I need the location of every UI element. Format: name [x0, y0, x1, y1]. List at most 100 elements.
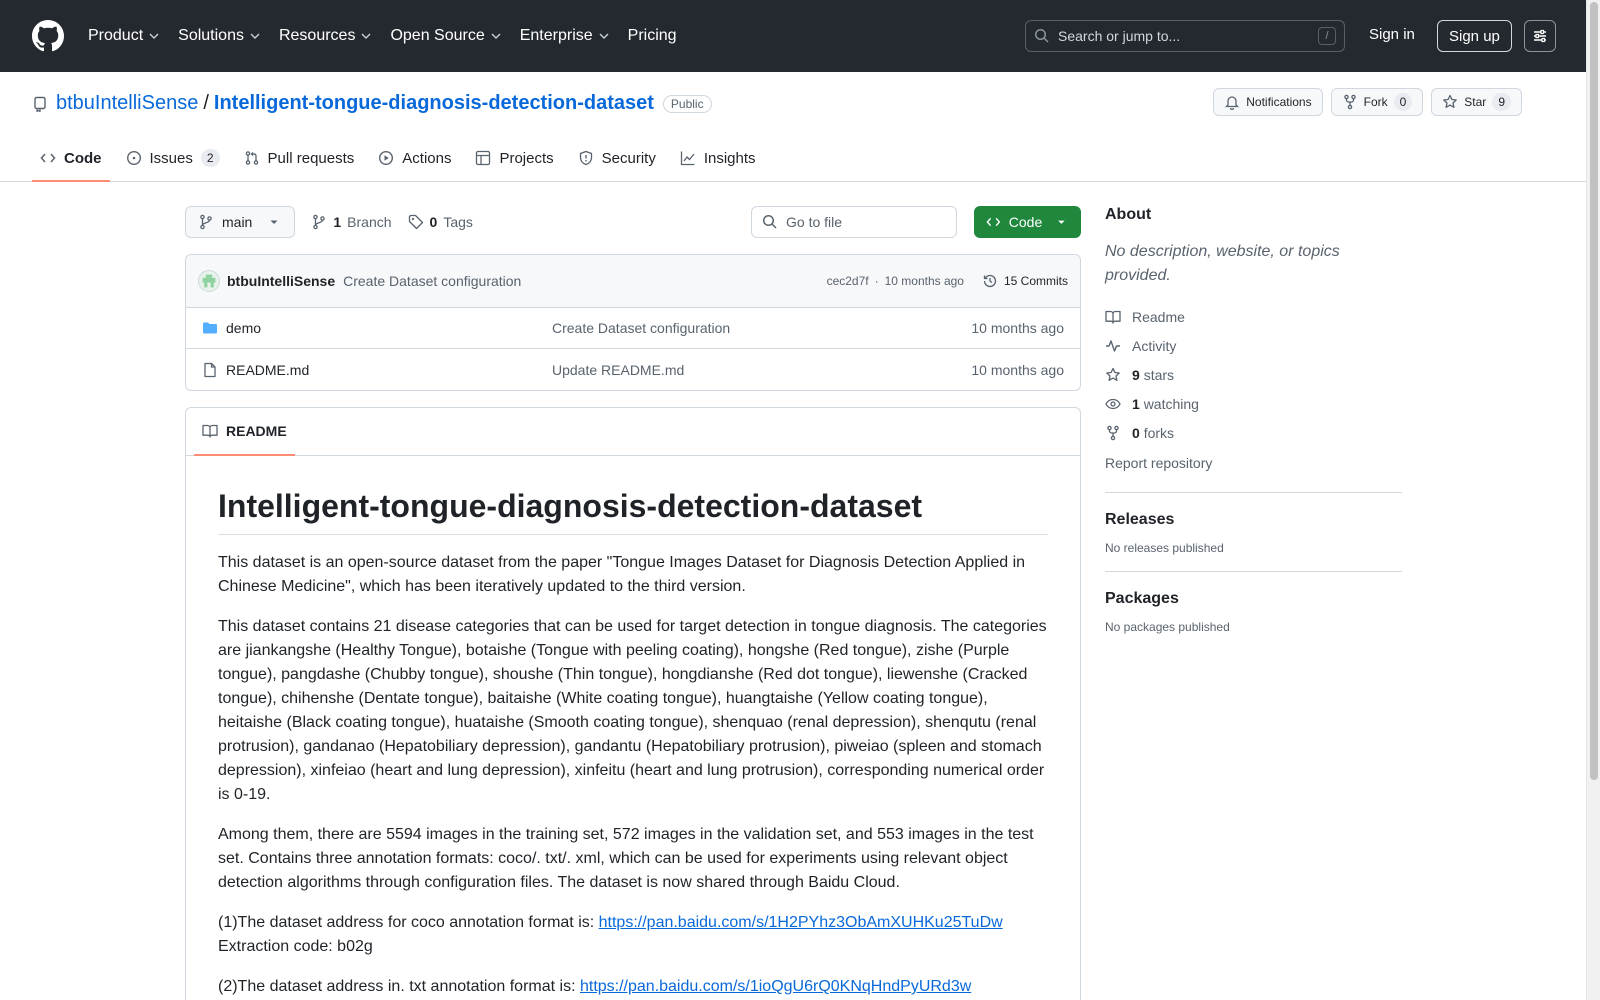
- tags-link[interactable]: 0 Tags: [408, 214, 473, 230]
- tab-projects[interactable]: Projects: [467, 134, 561, 182]
- sliders-icon: [1534, 29, 1546, 43]
- tab-pull-requests[interactable]: Pull requests: [236, 134, 363, 182]
- stars-link[interactable]: 9 stars: [1105, 360, 1402, 389]
- nav-solutions[interactable]: Solutions: [178, 27, 261, 45]
- table-icon: [476, 150, 491, 166]
- repo-title: btbuIntelliSense / Intelligent-tongue-di…: [32, 92, 712, 115]
- readme-paragraph-txt: (2)The dataset address in. txt annotatio…: [218, 978, 972, 995]
- coco-extraction-code: Extraction code: b02g: [218, 938, 373, 955]
- tab-security[interactable]: Security: [570, 134, 664, 182]
- readme-tab[interactable]: README: [194, 408, 295, 456]
- repo-header: btbuIntelliSense / Intelligent-tongue-di…: [0, 72, 1586, 182]
- file-commit-message[interactable]: Create Dataset configuration: [552, 320, 730, 336]
- file-name-link[interactable]: README.md: [226, 362, 309, 378]
- file-row[interactable]: demo Create Dataset configuration 10 mon…: [186, 308, 1080, 349]
- github-logo-icon[interactable]: [32, 20, 64, 52]
- file-row[interactable]: README.md Update README.md 10 months ago: [186, 349, 1080, 390]
- tab-code[interactable]: Code: [32, 134, 110, 182]
- folder-icon: [203, 322, 217, 334]
- triangle-down-icon: [1058, 220, 1065, 224]
- fork-count: 0: [1393, 93, 1413, 111]
- report-repository-link[interactable]: Report repository: [1105, 449, 1402, 476]
- branch-name: main: [222, 214, 253, 230]
- tab-issues[interactable]: Issues 2: [118, 134, 228, 182]
- go-to-file-input[interactable]: Go to file: [751, 206, 957, 238]
- commit-author-link[interactable]: btbuIntelliSense: [227, 273, 335, 289]
- watching-link[interactable]: 1 watching: [1105, 389, 1402, 418]
- file-time: 10 months ago: [971, 320, 1064, 336]
- readme-tabbar: README: [186, 408, 1080, 456]
- fork-button[interactable]: Fork 0: [1330, 88, 1424, 116]
- page-scrollbar[interactable]: [1586, 0, 1600, 1000]
- commit-hash-link[interactable]: cec2d7f: [827, 274, 869, 288]
- branches-link[interactable]: 1 Branch: [311, 214, 392, 230]
- coco-dataset-link[interactable]: https://pan.baidu.com/s/1H2PYhz3ObAmXUHK…: [599, 914, 1003, 931]
- nav-product[interactable]: Product: [88, 27, 160, 45]
- repo-name-link[interactable]: Intelligent-tongue-diagnosis-detection-d…: [214, 92, 654, 115]
- readme-link[interactable]: Readme: [1105, 302, 1402, 331]
- tab-insights[interactable]: Insights: [672, 134, 764, 182]
- code-dropdown-button[interactable]: Code: [974, 206, 1081, 238]
- global-nav: Product Solutions Resources Open Source …: [88, 0, 695, 72]
- nav-enterprise[interactable]: Enterprise: [520, 27, 610, 45]
- repo-icon: [34, 96, 46, 112]
- main-column: main 1 Branch 0 Tags Go to file Code btb…: [185, 206, 1081, 1000]
- shield-icon: [579, 150, 592, 166]
- pulse-icon: [1106, 339, 1120, 352]
- releases-section: Releases No releases published: [1105, 492, 1402, 555]
- issue-icon: [126, 150, 141, 166]
- latest-commit-bar: btbuIntelliSense Create Dataset configur…: [186, 255, 1080, 308]
- notifications-button[interactable]: Notifications: [1213, 88, 1323, 116]
- packages-empty-text: No packages published: [1105, 620, 1230, 634]
- releases-title[interactable]: Releases: [1105, 511, 1402, 529]
- tab-actions[interactable]: Actions: [370, 134, 459, 182]
- identicon-icon: [202, 274, 216, 288]
- book-icon: [202, 424, 218, 438]
- settings-menu-button[interactable]: [1524, 20, 1556, 52]
- chevron-down-icon: [361, 33, 371, 39]
- branch-icon: [313, 214, 326, 230]
- branch-select-button[interactable]: main: [185, 206, 296, 238]
- forks-link[interactable]: 0 forks: [1105, 418, 1402, 447]
- readme-paragraph-coco: (1)The dataset address for coco annotati…: [218, 914, 1003, 955]
- star-count: 9: [1492, 93, 1511, 111]
- sign-in-link[interactable]: Sign in: [1369, 26, 1415, 43]
- star-icon: [1106, 367, 1120, 381]
- commits-history-link[interactable]: 15 Commits: [982, 273, 1068, 289]
- chevron-down-icon: [491, 33, 501, 39]
- txt-dataset-link[interactable]: https://pan.baidu.com/s/1ioQgU6rQ0KNqHnd…: [580, 978, 971, 995]
- file-name-link[interactable]: demo: [226, 320, 261, 336]
- repo-owner-link[interactable]: btbuIntelliSense: [56, 92, 198, 115]
- code-icon: [986, 217, 1001, 227]
- chevron-down-icon: [599, 33, 609, 39]
- nav-pricing[interactable]: Pricing: [628, 27, 677, 45]
- commit-message-link[interactable]: Create Dataset configuration: [343, 273, 521, 289]
- releases-empty-text: No releases published: [1105, 541, 1224, 555]
- commit-meta-dot: ·: [874, 274, 879, 288]
- about-title: About: [1105, 206, 1152, 223]
- search-placeholder: Search or jump to...: [1058, 28, 1181, 44]
- branch-icon: [200, 214, 212, 230]
- commit-time: 10 months ago: [884, 274, 964, 288]
- search-icon: [762, 214, 777, 229]
- nav-open-source[interactable]: Open Source: [390, 27, 501, 45]
- play-icon: [379, 150, 394, 166]
- about-sidebar: About No description, website, or topics…: [1105, 206, 1402, 634]
- search-input[interactable]: Search or jump to... /: [1025, 20, 1345, 52]
- sign-up-button[interactable]: Sign up: [1437, 20, 1512, 52]
- repo-actions: Notifications Fork 0 Star 9: [1213, 88, 1522, 116]
- file-icon: [204, 362, 216, 377]
- history-icon: [983, 274, 997, 288]
- readme-paragraph-intro: This dataset is an open-source dataset f…: [218, 554, 1026, 595]
- activity-link[interactable]: Activity: [1105, 331, 1402, 360]
- issues-count: 2: [200, 149, 220, 167]
- code-icon: [40, 153, 56, 163]
- search-shortcut-badge: /: [1318, 27, 1336, 45]
- file-commit-message[interactable]: Update README.md: [552, 362, 684, 378]
- packages-title[interactable]: Packages: [1105, 590, 1402, 608]
- star-button[interactable]: Star 9: [1431, 88, 1522, 116]
- avatar[interactable]: [198, 270, 220, 292]
- nav-resources[interactable]: Resources: [279, 27, 372, 45]
- global-header: Product Solutions Resources Open Source …: [0, 0, 1586, 72]
- scrollbar-thumb[interactable]: [1590, 2, 1598, 780]
